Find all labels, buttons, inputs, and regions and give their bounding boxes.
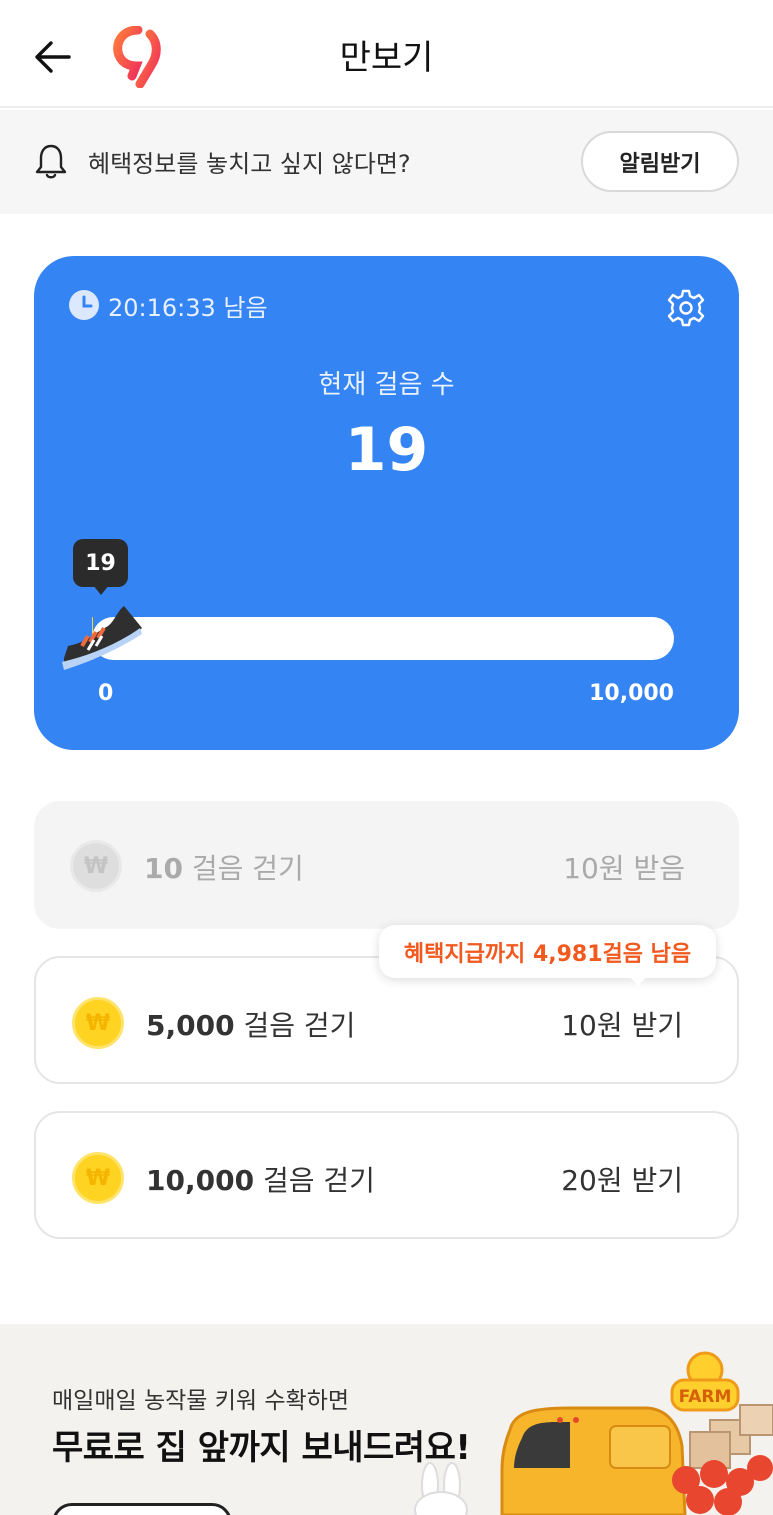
banner-cta-button[interactable] xyxy=(52,1503,232,1515)
notification-subscribe-button[interactable]: 알림받기 xyxy=(581,131,739,192)
progress-min-label: 0 xyxy=(98,681,114,706)
farm-logo-text: FARM xyxy=(679,1387,732,1407)
won-coin-icon: ₩ xyxy=(72,1152,124,1204)
reward-claim-button[interactable]: 10원 받기 xyxy=(561,1004,683,1044)
page-title: 만보기 xyxy=(339,38,434,78)
banner-title: 무료로 집 앞까지 보내드려요! xyxy=(52,1428,471,1468)
reward-title: 5,000 걸음 걷기 xyxy=(146,1009,356,1042)
steps-bubble: 19 xyxy=(73,539,128,587)
steps-bubble-tail xyxy=(93,585,109,595)
reward-row-10-steps: ₩ 10 걸음 걷기 10원 받음 xyxy=(34,801,739,929)
current-steps-label: 현재 걸음 수 xyxy=(318,370,455,400)
banner-subtitle: 매일매일 농작물 키워 수확하면 xyxy=(52,1388,350,1414)
reward-row-10000-steps[interactable]: ₩ 10,000 걸음 걷기 20원 받기 xyxy=(34,1111,739,1239)
delivery-truck-illustration: FARM xyxy=(414,1351,773,1515)
reward-title: 10,000 걸음 걷기 xyxy=(146,1164,375,1197)
remaining-steps-tooltip: 혜택지급까지 4,981걸음 남음 xyxy=(379,925,716,978)
app-header: 만보기 xyxy=(0,0,773,108)
tooltip-tail xyxy=(629,976,647,986)
current-steps-count: 19 xyxy=(344,415,429,485)
steps-progress-track xyxy=(92,617,674,660)
won-coin-icon: ₩ xyxy=(72,997,124,1049)
time-remaining: 20:16:33 남음 xyxy=(108,294,268,322)
reward-title: 10 걸음 걷기 xyxy=(144,852,304,885)
notice-text: 혜택정보를 놓치고 싶지 않다면? xyxy=(88,150,411,178)
progress-max-label: 10,000 xyxy=(589,681,674,706)
sneaker-icon xyxy=(62,606,142,670)
reward-claim-button[interactable]: 20원 받기 xyxy=(561,1159,683,1199)
settings-gear-icon[interactable] xyxy=(666,288,706,328)
clock-icon xyxy=(69,290,99,320)
bell-icon xyxy=(35,144,67,179)
won-coin-icon: ₩ xyxy=(70,840,122,892)
reward-status: 10원 받음 xyxy=(563,852,685,885)
